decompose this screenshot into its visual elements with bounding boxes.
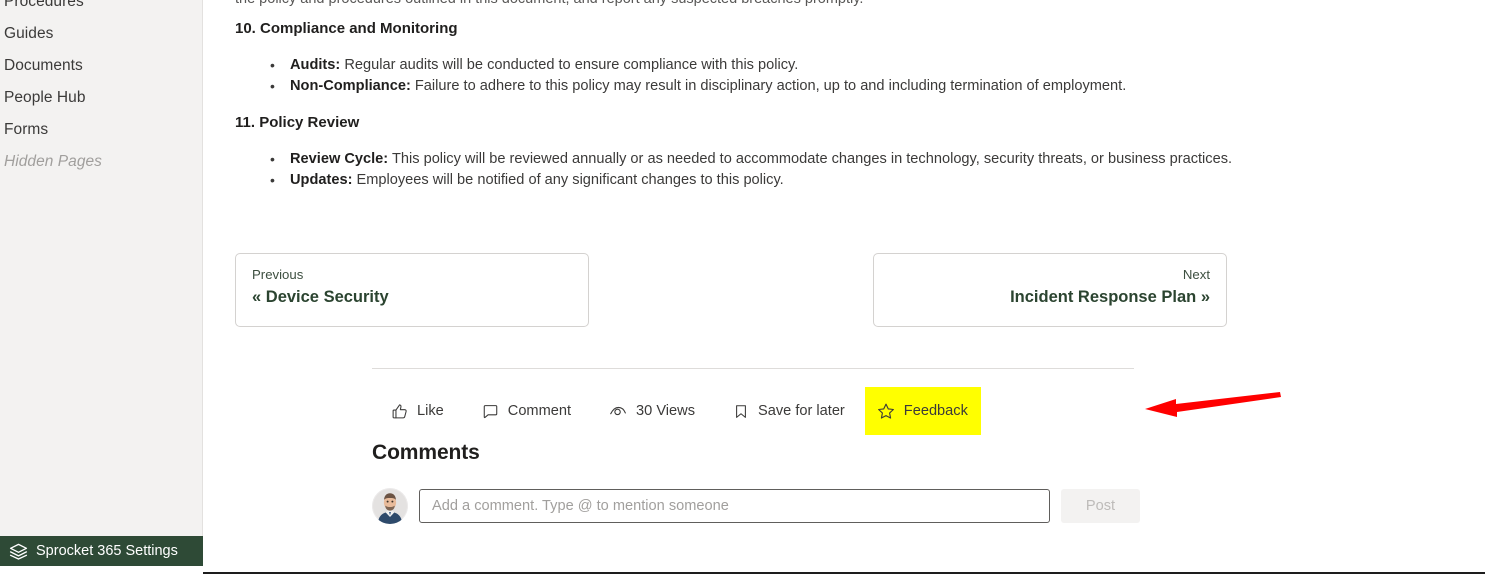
section-heading-policy-review: 11. Policy Review [235,114,360,131]
sidebar-item-people-hub[interactable]: People Hub [0,82,203,114]
sidebar-item-guides[interactable]: Guides [0,18,203,50]
save-for-later-button[interactable]: Save for later [722,387,856,435]
page-action-bar: Like Comment 30 Views Save for later Fee… [380,387,981,435]
comments-heading: Comments [372,441,480,464]
comment-label: Comment [507,403,572,419]
like-button[interactable]: Like [380,387,455,435]
clipped-text-line: the policy and procedures outlined in th… [235,0,1335,7]
settings-label: Sprocket 365 Settings [36,543,178,559]
list-item: • Audits: Regular audits will be conduct… [235,55,1126,76]
thumbs-up-icon [391,403,408,420]
previous-page-card[interactable]: Previous « Device Security [235,253,589,327]
feedback-label: Feedback [903,403,968,419]
post-comment-button[interactable]: Post [1061,489,1140,523]
section-divider [372,368,1134,369]
bullet-dot-icon: • [270,57,275,73]
bullet-dot-icon: • [270,172,275,188]
list-item-text: Regular audits will be conducted to ensu… [340,57,799,73]
feedback-button[interactable]: Feedback [864,387,981,435]
list-item-term: Audits: [290,57,341,73]
next-title-text: Incident Response Plan [1010,288,1197,306]
bookmark-icon [733,403,749,420]
speech-bubble-icon [482,403,499,420]
sidebar: Procedures Guides Documents People Hub F… [0,0,203,574]
bullet-list-compliance: • Audits: Regular audits will be conduct… [235,55,1126,97]
bullet-dot-icon: • [270,151,275,167]
list-item-term: Updates: [290,172,353,188]
previous-page-title: « Device Security [252,285,572,309]
next-page-card[interactable]: Next Incident Response Plan » [873,253,1227,327]
section-heading-compliance-and-monitoring: 10. Compliance and Monitoring [235,20,458,37]
chevron-right-icon: » [1200,288,1210,306]
previous-label: Previous [252,267,304,282]
avatar [372,488,408,524]
sidebar-nav: Procedures Guides Documents People Hub F… [0,0,203,178]
sidebar-item-documents[interactable]: Documents [0,50,203,82]
annotation-arrow-icon [1145,392,1281,417]
sidebar-item-forms[interactable]: Forms [0,114,203,146]
list-item-text: Failure to adhere to this policy may res… [410,78,1127,94]
like-label: Like [417,403,444,419]
comment-input[interactable] [419,489,1050,523]
list-item-text: This policy will be reviewed annually or… [388,151,1233,167]
star-icon [877,402,895,420]
main-content: the policy and procedures outlined in th… [204,0,1485,566]
previous-title-text: Device Security [265,288,389,306]
bullet-dot-icon: • [270,78,275,94]
next-label: Next [1182,267,1210,282]
sprocket-365-settings-button[interactable]: Sprocket 365 Settings [0,536,203,566]
list-item-term: Non-Compliance: [290,78,411,94]
bullet-list-policy-review: • Review Cycle: This policy will be revi… [235,149,1232,191]
chevron-left-icon: « [252,288,262,306]
list-item-term: Review Cycle: [290,151,389,167]
comment-composer: Post [372,488,1140,524]
views-label: 30 Views [636,403,695,419]
list-item: • Updates: Employees will be notified of… [235,170,1232,191]
sidebar-item-hidden-pages[interactable]: Hidden Pages [0,146,203,178]
sidebar-bottom-filler [0,566,203,574]
list-item-text: Employees will be notified of any signif… [352,172,784,188]
app-root: Procedures Guides Documents People Hub F… [0,0,1485,574]
sidebar-item-procedures[interactable]: Procedures [0,0,203,18]
list-item: • Non-Compliance: Failure to adhere to t… [235,76,1126,97]
next-page-title: Incident Response Plan » [890,285,1210,309]
list-item: • Review Cycle: This policy will be revi… [235,149,1232,170]
eye-icon [609,402,627,420]
layers-stack-icon [9,542,28,561]
comment-button[interactable]: Comment [471,387,582,435]
views-counter: 30 Views [598,387,706,435]
save-for-later-label: Save for later [758,403,845,419]
